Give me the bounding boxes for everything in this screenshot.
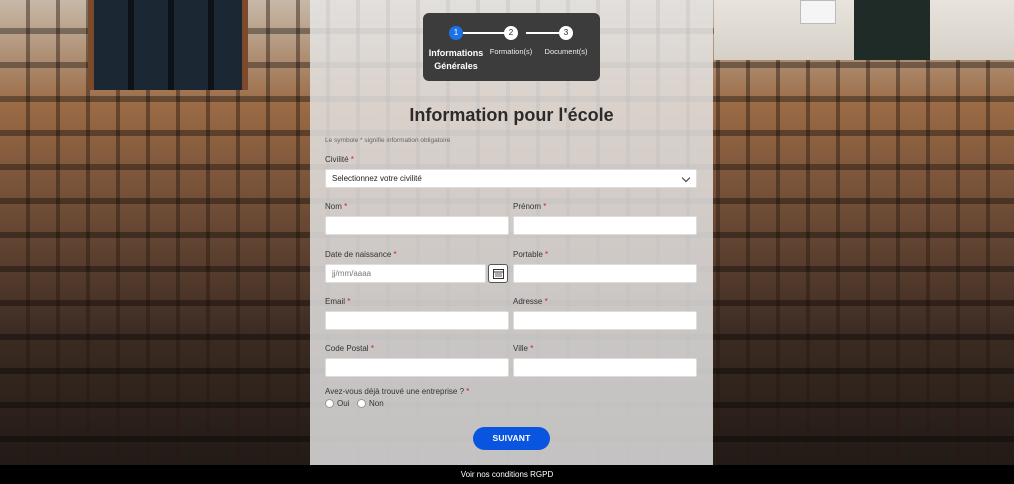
date-naissance-label: Date de naissance * — [325, 250, 397, 259]
prenom-label: Prénom * — [513, 202, 546, 211]
nom-input[interactable] — [325, 216, 509, 235]
required-marker: * — [545, 250, 549, 259]
date-naissance-label-text: Date de naissance — [325, 250, 392, 259]
progress-stepper: 1 2 3 Informations Générales Formation(s… — [423, 13, 600, 81]
radio-non[interactable] — [357, 399, 366, 408]
email-label: Email * — [325, 297, 350, 306]
page-title: Information pour l'école — [409, 105, 614, 125]
required-marker: * — [370, 344, 374, 353]
calendar-button[interactable] — [488, 264, 508, 283]
entreprise-label: Avez-vous déjà trouvé une entreprise ? * — [325, 387, 469, 396]
form-panel: 1 2 3 Informations Générales Formation(s… — [310, 0, 713, 465]
radio-oui[interactable] — [325, 399, 334, 408]
email-label-text: Email — [325, 297, 346, 306]
portable-label-text: Portable — [513, 250, 543, 259]
calendar-icon — [493, 269, 504, 279]
footer: Voir nos conditions RGPD — [0, 465, 1014, 484]
step-3-dot[interactable]: 3 — [559, 26, 573, 40]
background-frame — [800, 0, 836, 24]
step-1-label-line1: Informations — [428, 48, 484, 58]
entreprise-label-text: Avez-vous déjà trouvé une entreprise ? — [325, 387, 465, 396]
email-input[interactable] — [325, 311, 509, 330]
step-2-label: Formation(s) — [489, 47, 533, 56]
code-postal-label: Code Postal * — [325, 344, 374, 353]
background-board — [854, 0, 930, 60]
civilite-select[interactable]: Selectionnez votre civilité — [325, 169, 697, 188]
portable-label: Portable * — [513, 250, 548, 259]
code-postal-input[interactable] — [325, 358, 509, 377]
step-1-label: Informations Générales — [427, 47, 485, 73]
step-1-dot[interactable]: 1 — [449, 26, 463, 40]
nom-label-text: Nom — [325, 202, 342, 211]
chevron-down-icon — [681, 173, 691, 183]
civilite-label-text: Civilité — [325, 155, 349, 164]
required-marker: * — [544, 297, 548, 306]
ville-label: Ville * — [513, 344, 533, 353]
required-hint: Le symbole * signifie information obliga… — [325, 137, 451, 144]
radio-non-label[interactable]: Non — [369, 399, 384, 408]
step-2-dot[interactable]: 2 — [504, 26, 518, 40]
civilite-selected-value: Selectionnez votre civilité — [332, 174, 422, 183]
required-marker: * — [347, 297, 351, 306]
radio-oui-label[interactable]: Oui — [337, 399, 349, 408]
required-marker: * — [466, 387, 470, 396]
portable-input[interactable] — [513, 264, 697, 283]
ville-label-text: Ville — [513, 344, 528, 353]
prenom-label-text: Prénom — [513, 202, 542, 211]
required-marker: * — [350, 155, 354, 164]
ville-input[interactable] — [513, 358, 697, 377]
step-1-label-line2: Générales — [434, 61, 478, 71]
step-3-label: Document(s) — [544, 47, 588, 56]
date-naissance-placeholder: jj/mm/aaaa — [332, 269, 372, 278]
civilite-label: Civilité * — [325, 155, 354, 164]
background-window — [88, 0, 248, 90]
required-marker: * — [543, 202, 547, 211]
nom-label: Nom * — [325, 202, 347, 211]
required-marker: * — [393, 250, 397, 259]
rgpd-link[interactable]: Voir nos conditions RGPD — [461, 470, 554, 479]
adresse-label-text: Adresse — [513, 297, 543, 306]
adresse-label: Adresse * — [513, 297, 548, 306]
required-marker: * — [530, 344, 534, 353]
next-button[interactable]: SUIVANT — [473, 427, 550, 450]
prenom-input[interactable] — [513, 216, 697, 235]
code-postal-label-text: Code Postal — [325, 344, 369, 353]
adresse-input[interactable] — [513, 311, 697, 330]
date-naissance-input[interactable]: jj/mm/aaaa — [325, 264, 486, 283]
required-marker: * — [344, 202, 348, 211]
